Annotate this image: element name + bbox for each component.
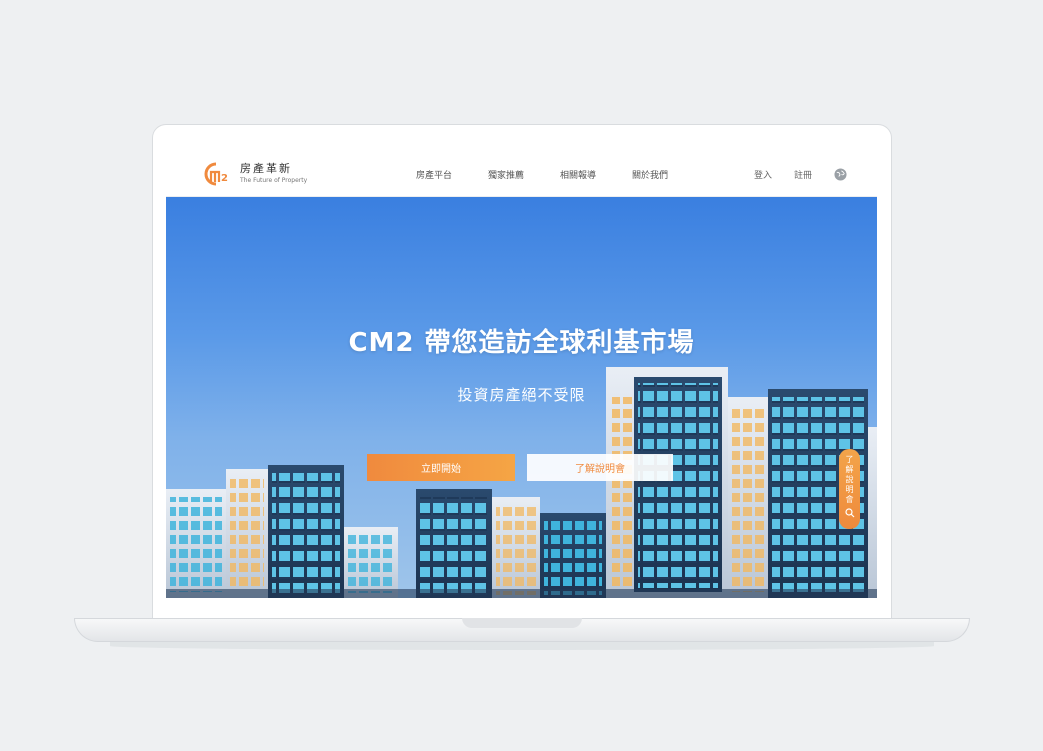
nav-item-about-us[interactable]: 關於我們 bbox=[632, 168, 668, 181]
browser-screen: 2 房產革新 The Future of Property 房產平台 獨家推薦 … bbox=[166, 152, 877, 598]
main-nav: 房產平台 獨家推薦 相關報導 關於我們 bbox=[416, 152, 704, 197]
start-now-button[interactable]: 立即開始 bbox=[367, 454, 515, 481]
laptop-shadow bbox=[110, 642, 934, 650]
login-link[interactable]: 登入 bbox=[754, 168, 772, 181]
cm2-logo-icon: 2 bbox=[204, 162, 228, 186]
brand-text: 房產革新 The Future of Property bbox=[240, 162, 307, 186]
nav-item-related-reports[interactable]: 相關報導 bbox=[560, 168, 596, 181]
globe-icon[interactable] bbox=[834, 168, 847, 181]
brand-name: 房產革新 bbox=[240, 162, 292, 175]
register-link[interactable]: 註冊 bbox=[794, 168, 812, 181]
svg-text:2: 2 bbox=[221, 173, 228, 184]
laptop-notch bbox=[462, 618, 582, 628]
seminar-side-tab[interactable]: 了解說明會 bbox=[839, 449, 860, 529]
search-icon bbox=[844, 508, 854, 518]
top-navbar: 2 房產革新 The Future of Property 房產平台 獨家推薦 … bbox=[166, 152, 877, 197]
brand-tagline: The Future of Property bbox=[240, 177, 308, 184]
hero-title: CM2 帶您造訪全球利基市場 bbox=[348, 328, 695, 358]
side-tab-label: 了解說明會 bbox=[845, 455, 854, 504]
nav-item-exclusive-picks[interactable]: 獨家推薦 bbox=[488, 168, 524, 181]
learn-seminar-button[interactable]: 了解說明會 bbox=[527, 454, 673, 481]
brand-logo[interactable]: 2 房產革新 The Future of Property bbox=[202, 160, 307, 188]
hero-banner: CM2 帶您造訪全球利基市場 投資房產絕不受限 立即開始 了解說明會 了解說明會 bbox=[166, 197, 877, 598]
hero-subtitle: 投資房產絕不受限 bbox=[457, 386, 586, 404]
nav-item-property-platform[interactable]: 房產平台 bbox=[416, 168, 452, 181]
nav-actions: 登入 註冊 bbox=[732, 152, 847, 197]
